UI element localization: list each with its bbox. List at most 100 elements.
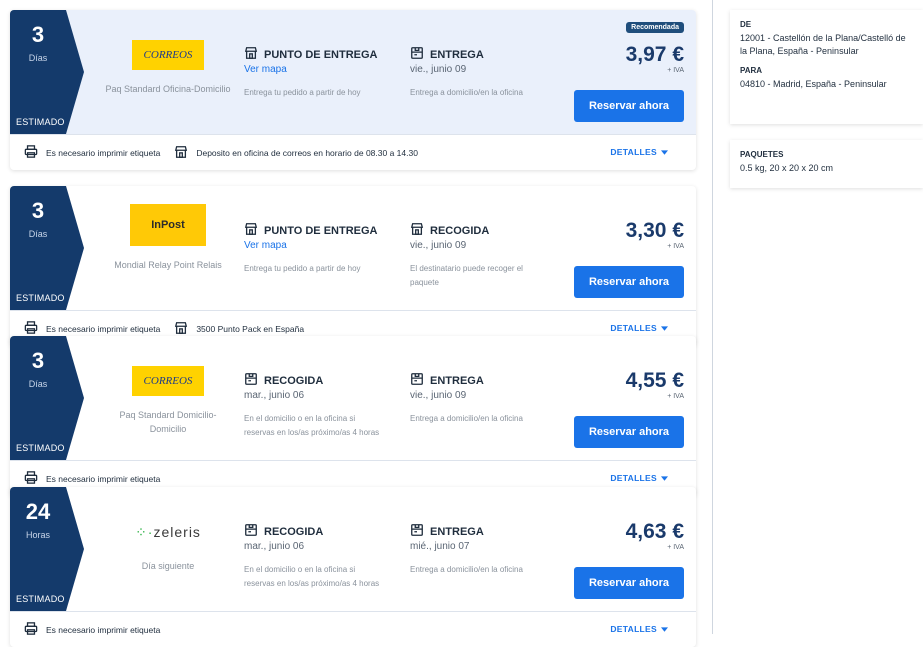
- offer-main: 3 Días ESTIMADO CORREOS Paq Standard Oficina…: [10, 10, 696, 134]
- eta-label: ESTIMADO: [16, 117, 65, 127]
- pickup-title: RECOGIDA: [264, 525, 324, 538]
- to-value: 04810 - Madrid, España - Peninsular: [740, 79, 887, 89]
- footer-note-text: Es necesario imprimir etiqueta: [46, 624, 161, 635]
- printer-icon: [24, 622, 46, 637]
- eta-label: ESTIMADO: [16, 443, 65, 453]
- carrier: CORREOS Paq Standard Oficina-Domicilio: [102, 10, 234, 134]
- offer-card: 3 Días ESTIMADO CORREOS Paq Standard Oficina…: [10, 10, 696, 170]
- eta-unit: Horas: [25, 530, 50, 540]
- chevron-down-icon: [657, 323, 668, 333]
- details-toggle[interactable]: DETALLES: [610, 473, 668, 483]
- price-tax-note: + IVA: [667, 544, 684, 551]
- delivery-description: Entrega a domicilio/en la oficina: [410, 565, 523, 574]
- offer-card: 3 Días ESTIMADO CORREOS Paq Standard Domicil…: [10, 336, 696, 496]
- logo-text: ⁘·zeleris: [135, 523, 201, 540]
- offer-card: 3 Días ESTIMADO InPost Mondial Relay Point R…: [10, 186, 696, 346]
- book-now-button[interactable]: Reservar ahora: [574, 416, 684, 448]
- delivery-heading: ENTREGA: [410, 523, 484, 540]
- box-icon: [244, 372, 264, 389]
- footer-note: Deposito en oficina de correos en horari…: [174, 145, 418, 161]
- eta-value: 3: [31, 198, 45, 223]
- footer-note: 3500 Punto Pack en España: [174, 321, 304, 337]
- eta-label: ESTIMADO: [16, 293, 65, 303]
- price-tax-note: + IVA: [667, 243, 684, 250]
- offer-card: 24 Horas ESTIMADO ⁘·zeleris Día siguiente REC…: [10, 487, 696, 647]
- footer-note: Es necesario imprimir etiqueta: [24, 145, 160, 160]
- pickup-heading: RECOGIDA: [244, 523, 323, 540]
- details-toggle[interactable]: DETALLES: [610, 624, 668, 634]
- printer-icon: [24, 321, 46, 336]
- pickup-heading: PUNTO DE ENTREGA: [244, 222, 377, 239]
- correos-logo: CORREOS: [132, 40, 204, 70]
- footer-note: Es necesario imprimir etiqueta: [24, 321, 160, 336]
- book-now-button[interactable]: Reservar ahora: [574, 90, 684, 122]
- service-name: Día siguiente: [141, 561, 195, 571]
- printer-icon: [24, 145, 46, 160]
- delivery-title: ENTREGA: [430, 48, 484, 61]
- pickup-column: PUNTO DE ENTREGA Ver mapa Entrega tu pedid…: [244, 186, 394, 310]
- eta-badge: 3 Días ESTIMADO: [10, 336, 90, 460]
- details-label: DETALLES: [610, 473, 657, 483]
- delivery-date: vie., junio 09: [410, 240, 467, 251]
- details-toggle[interactable]: DETALLES: [610, 147, 668, 157]
- inpost-logo: InPost: [130, 204, 206, 246]
- printer-icon: [24, 471, 46, 486]
- details-toggle[interactable]: DETALLES: [610, 323, 668, 333]
- price: 3,30 €: [625, 219, 684, 242]
- pickup-description: Entrega tu pedido a partir de hoy: [244, 88, 361, 97]
- service-name: Paq Standard Domicilio-Domicilio: [119, 410, 217, 434]
- offer-main: 3 Días ESTIMADO CORREOS Paq Standard Domicil…: [10, 336, 696, 460]
- logo-text: InPost: [151, 219, 185, 231]
- store-icon: [244, 222, 264, 239]
- pickup-title: RECOGIDA: [264, 374, 324, 387]
- zeleris-logo: ⁘·zeleris: [132, 517, 204, 547]
- offers-list: 3 Días ESTIMADO CORREOS Paq Standard Oficina…: [0, 0, 710, 647]
- store-icon: [410, 222, 430, 239]
- eta-label: ESTIMADO: [16, 594, 65, 604]
- offer-main: 3 Días ESTIMADO InPost Mondial Relay Point R…: [10, 186, 696, 310]
- delivery-date: mié., junio 07: [410, 541, 470, 552]
- eta-value: 3: [31, 22, 45, 47]
- book-now-button[interactable]: Reservar ahora: [574, 567, 684, 599]
- eta-badge: 24 Horas ESTIMADO: [10, 487, 90, 611]
- eta-unit: Días: [28, 53, 48, 63]
- delivery-heading: ENTREGA: [410, 46, 484, 63]
- pickup-column: RECOGIDA mar., junio 06 En el domicilio o …: [244, 487, 394, 611]
- delivery-date: vie., junio 09: [410, 390, 467, 401]
- pickup-description: Entrega tu pedido a partir de hoy: [244, 264, 361, 273]
- delivery-description: El destinatario puede recoger el paquete: [410, 264, 523, 287]
- eta-value: 3: [31, 348, 45, 373]
- delivery-title: ENTREGA: [430, 525, 484, 538]
- pickup-heading: PUNTO DE ENTREGA: [244, 46, 377, 63]
- book-now-button[interactable]: Reservar ahora: [574, 266, 684, 298]
- eta-unit: Días: [28, 229, 48, 239]
- logo-text: CORREOS: [143, 49, 193, 61]
- chevron-down-icon: [657, 473, 668, 483]
- pickup-title: PUNTO DE ENTREGA: [264, 224, 378, 237]
- pickup-description: En el domicilio o en la oficina si reser…: [244, 414, 380, 437]
- eta-badge: 3 Días ESTIMADO: [10, 10, 90, 134]
- delivery-date: vie., junio 09: [410, 64, 467, 75]
- footer-note-text: Es necesario imprimir etiqueta: [46, 323, 161, 334]
- price-tax-note: + IVA: [667, 67, 684, 74]
- view-map-link[interactable]: Ver mapa: [244, 240, 287, 251]
- from-label: DE: [740, 20, 752, 29]
- store-icon: [244, 46, 264, 63]
- price-tax-note: + IVA: [667, 393, 684, 400]
- carrier: ⁘·zeleris Día siguiente: [102, 487, 234, 611]
- from-value: 12001 - Castellón de la Plana/Castelló d…: [740, 33, 906, 56]
- carrier: CORREOS Paq Standard Domicilio-Domicilio: [102, 336, 234, 460]
- delivery-column: ENTREGA mié., junio 07 Entrega a domicilio…: [410, 487, 560, 611]
- column-divider: [712, 0, 713, 634]
- pickup-date: mar., junio 06: [244, 390, 305, 401]
- price: 3,97 €: [625, 43, 684, 66]
- to-label: PARA: [740, 66, 763, 75]
- view-map-link[interactable]: Ver mapa: [244, 64, 287, 75]
- footer-note: Es necesario imprimir etiqueta: [24, 622, 160, 637]
- delivery-title: ENTREGA: [430, 374, 484, 387]
- recommended-badge: Recomendada: [626, 22, 684, 33]
- details-label: DETALLES: [610, 624, 657, 634]
- footer-note-text: Es necesario imprimir etiqueta: [46, 147, 161, 158]
- footer-note-text: Deposito en oficina de correos en horari…: [196, 147, 418, 158]
- route-summary-card: DE 12001 - Castellón de la Plana/Castell…: [730, 10, 923, 124]
